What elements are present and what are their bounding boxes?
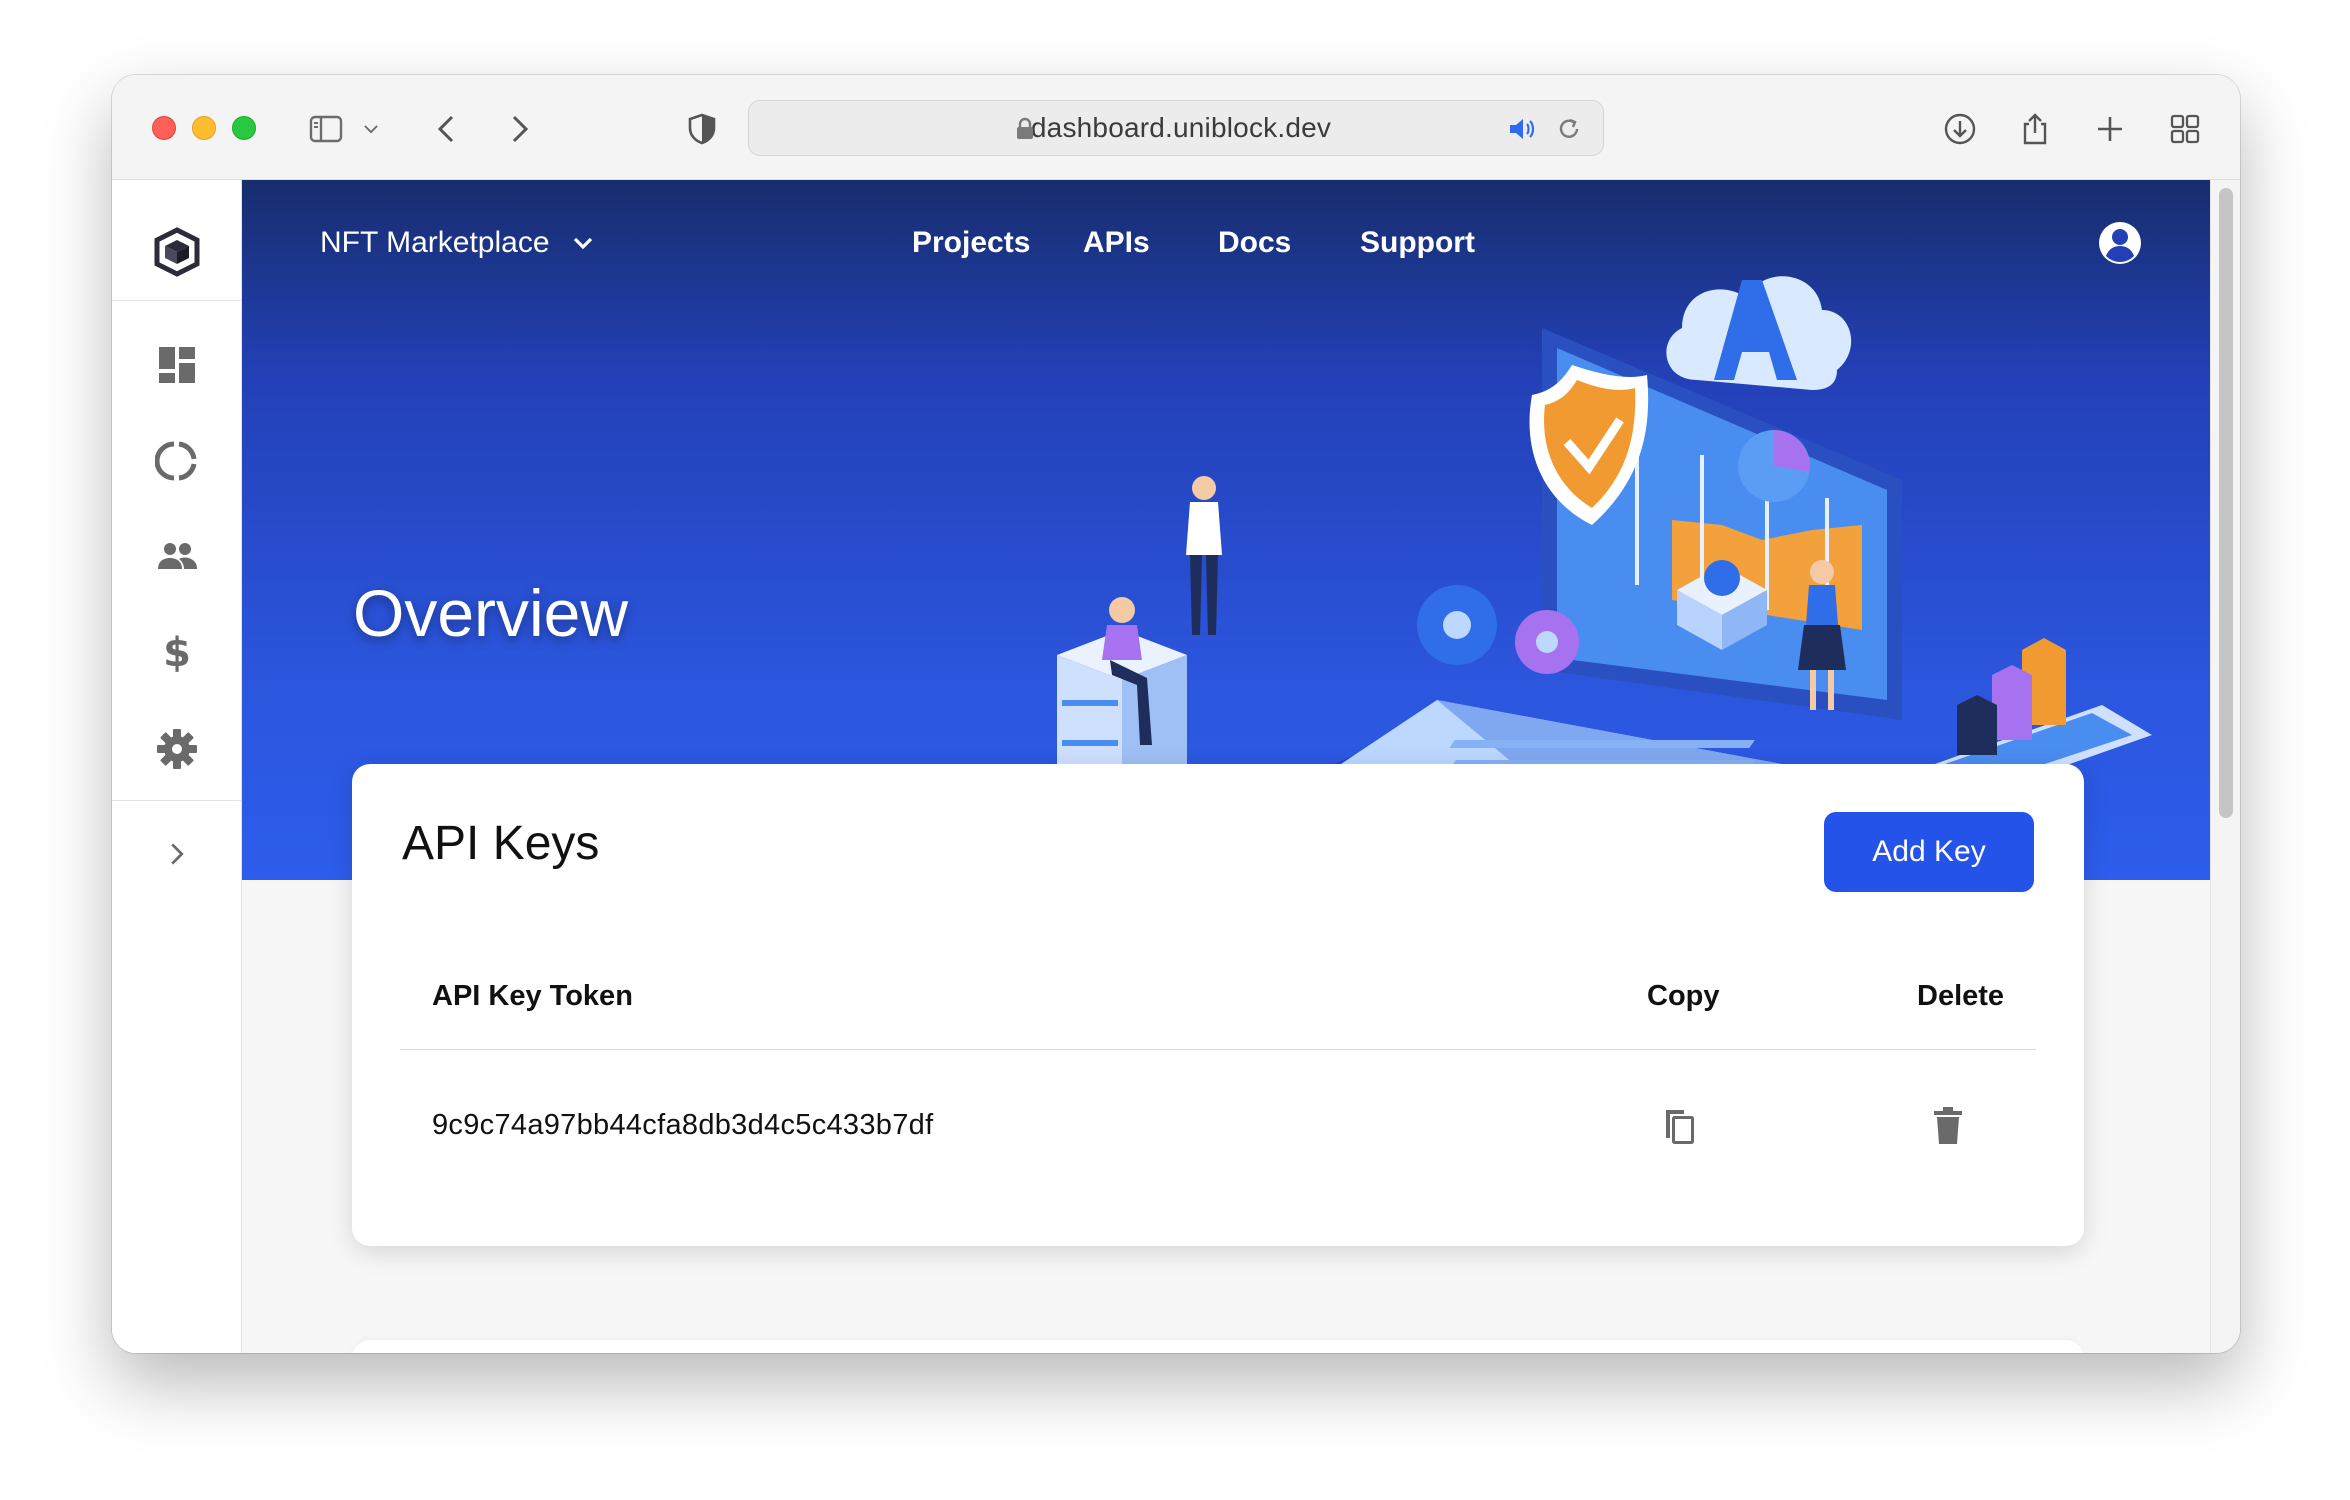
api-keys-card: API Keys Add Key API Key Token Copy Dele… xyxy=(352,764,2084,1246)
column-header-delete: Delete xyxy=(1917,980,2005,1012)
project-selector[interactable]: NFT Marketplace xyxy=(320,226,598,260)
browser-toolbar: dashboard.uniblock.dev xyxy=(112,75,2240,180)
back-icon[interactable] xyxy=(426,107,470,151)
lock-icon xyxy=(1017,117,1033,139)
sidebar-item-analytics[interactable] xyxy=(151,435,203,487)
project-name: NFT Marketplace xyxy=(320,226,550,259)
tab-overview-icon[interactable] xyxy=(2163,107,2207,151)
add-key-button[interactable]: Add Key xyxy=(1824,812,2034,892)
card-title: API Keys xyxy=(402,817,600,870)
sidebar-expand-button[interactable] xyxy=(151,828,203,880)
account-icon[interactable] xyxy=(2097,220,2143,266)
column-header-copy: Copy xyxy=(1647,980,1720,1012)
minimize-window-button[interactable] xyxy=(192,116,216,140)
sidebar-item-team[interactable] xyxy=(151,531,203,583)
gear-icon xyxy=(157,729,197,769)
address-bar[interactable]: dashboard.uniblock.dev xyxy=(748,100,1604,156)
reload-icon[interactable] xyxy=(1555,115,1583,143)
chevron-down-icon[interactable] xyxy=(358,107,384,151)
table-header-divider xyxy=(400,1049,2036,1050)
sidebar-item-billing[interactable]: $ xyxy=(151,627,203,679)
scrollbar[interactable] xyxy=(2210,180,2240,1353)
sidebar-divider xyxy=(112,300,242,301)
shield-icon[interactable] xyxy=(680,107,724,151)
url-text: dashboard.uniblock.dev xyxy=(1030,112,1332,143)
audio-icon[interactable] xyxy=(1507,115,1537,143)
secondary-card xyxy=(352,1340,2084,1353)
zoom-window-button[interactable] xyxy=(232,116,256,140)
chevron-right-icon xyxy=(171,843,184,865)
nav-link-support[interactable]: Support xyxy=(1360,226,1475,260)
donut-chart-icon xyxy=(155,441,197,481)
sidebar-item-settings[interactable] xyxy=(151,723,203,775)
nav-link-apis[interactable]: APIs xyxy=(1083,226,1150,260)
copy-icon[interactable] xyxy=(1654,1102,1702,1150)
sidebar-toggle-icon[interactable] xyxy=(304,107,348,151)
main-area: NFT Marketplace Projects APIs Docs Suppo… xyxy=(242,180,2210,1353)
browser-window: dashboard.uniblock.dev $ NFT Marketplace… xyxy=(112,75,2240,1353)
users-icon xyxy=(158,543,197,569)
sidebar: $ xyxy=(112,180,242,1353)
sidebar-item-dashboard[interactable] xyxy=(151,339,203,391)
page-title: Overview xyxy=(353,576,629,650)
trash-icon[interactable] xyxy=(1924,1102,1972,1150)
nav-link-docs[interactable]: Docs xyxy=(1218,226,1291,260)
logo-icon[interactable] xyxy=(149,224,205,280)
api-key-token: 9c9c74a97bb44cfa8db3d4c5c433b7df xyxy=(432,1109,934,1141)
share-icon[interactable] xyxy=(2013,107,2057,151)
nav-link-projects[interactable]: Projects xyxy=(912,226,1030,260)
sidebar-divider xyxy=(112,800,242,801)
download-icon[interactable] xyxy=(1938,107,1982,151)
close-window-button[interactable] xyxy=(152,116,176,140)
chevron-down-icon xyxy=(573,237,592,250)
new-tab-icon[interactable] xyxy=(2088,107,2132,151)
dollar-icon: $ xyxy=(163,630,191,676)
dashboard-icon xyxy=(159,347,195,383)
column-header-token: API Key Token xyxy=(432,980,633,1012)
scrollbar-thumb[interactable] xyxy=(2219,188,2233,818)
page-content: $ NFT Marketplace Projects APIs Docs Sup… xyxy=(112,180,2210,1353)
forward-icon[interactable] xyxy=(496,107,540,151)
